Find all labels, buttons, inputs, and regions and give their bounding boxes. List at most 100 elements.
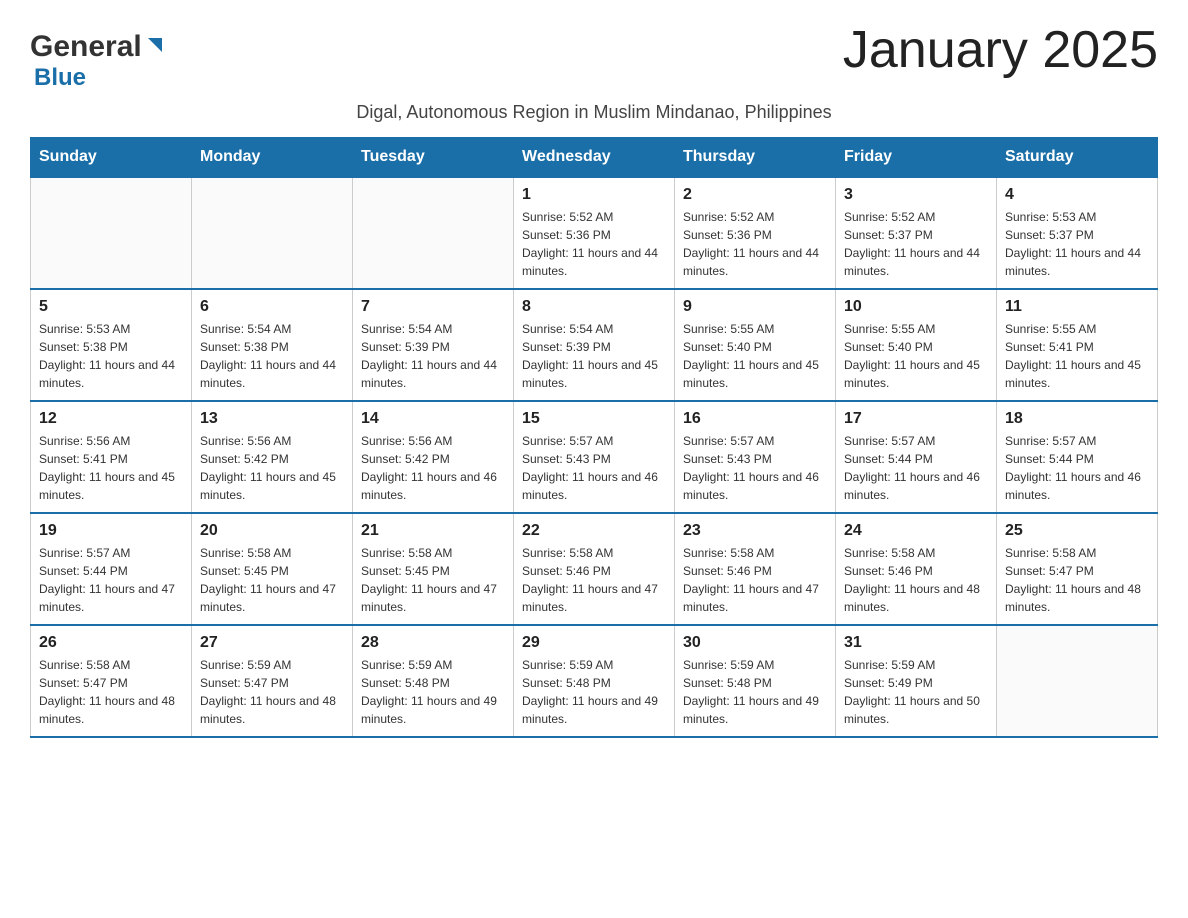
day-info: Sunrise: 5:58 AM Sunset: 5:45 PM Dayligh… [361, 544, 505, 616]
calendar-cell: 23Sunrise: 5:58 AM Sunset: 5:46 PM Dayli… [675, 513, 836, 625]
calendar-week-row: 19 Sunrise: 5:57 AM Sunset: 5:44 PM Dayli… [31, 513, 1158, 625]
day-number: 4 [1005, 186, 1149, 204]
day-of-week-header: Thursday [675, 138, 836, 178]
day-info: Sunrise: 5:55 AM Sunset: 5:41 PM Dayligh… [1005, 320, 1149, 392]
day-info: Sunrise: 5:52 AM Sunset: 5:37 PM Dayligh… [844, 208, 988, 280]
day-number: 16 [683, 410, 827, 428]
day-number: 30 [683, 634, 827, 652]
calendar-week-row: 1 Sunrise: 5:52 AM Sunset: 5:36 PM Daylig… [31, 177, 1158, 289]
day-info: Sunrise: 5:52 AM Sunset: 5:36 PM Dayligh… [683, 208, 827, 280]
month-title: January 2025 [843, 20, 1158, 80]
calendar-cell: 3 Sunrise: 5:52 AM Sunset: 5:37 PM Daylig… [836, 177, 997, 289]
calendar-cell [997, 625, 1158, 737]
calendar-cell: 5Sunrise: 5:53 AM Sunset: 5:38 PM Daylig… [31, 289, 192, 401]
calendar-cell: 24Sunrise: 5:58 AM Sunset: 5:46 PM Dayli… [836, 513, 997, 625]
calendar-week-row: 26 Sunrise: 5:58 AM Sunset: 5:47 PM Dayli… [31, 625, 1158, 737]
calendar-cell: 16 Sunrise: 5:57 AM Sunset: 5:43 PM Dayli… [675, 401, 836, 513]
day-info: Sunrise: 5:57 AM Sunset: 5:43 PM Dayligh… [683, 432, 827, 504]
day-number: 5 [39, 298, 183, 316]
calendar-cell: 11 Sunrise: 5:55 AM Sunset: 5:41 PM Dayli… [997, 289, 1158, 401]
day-of-week-header: Sunday [31, 138, 192, 178]
calendar-cell: 14Sunrise: 5:56 AM Sunset: 5:42 PM Dayli… [353, 401, 514, 513]
day-info: Sunrise: 5:58 AM Sunset: 5:47 PM Dayligh… [1005, 544, 1149, 616]
day-number: 15 [522, 410, 666, 428]
day-number: 24 [844, 522, 988, 540]
calendar-cell: 12 Sunrise: 5:56 AM Sunset: 5:41 PM Dayli… [31, 401, 192, 513]
calendar-cell: 10 Sunrise: 5:55 AM Sunset: 5:40 PM Dayli… [836, 289, 997, 401]
day-number: 25 [1005, 522, 1149, 540]
day-info: Sunrise: 5:58 AM Sunset: 5:47 PM Dayligh… [39, 656, 183, 728]
calendar-cell: 25 Sunrise: 5:58 AM Sunset: 5:47 PM Dayli… [997, 513, 1158, 625]
day-info: Sunrise: 5:59 AM Sunset: 5:47 PM Dayligh… [200, 656, 344, 728]
calendar-cell: 26 Sunrise: 5:58 AM Sunset: 5:47 PM Dayli… [31, 625, 192, 737]
calendar-cell: 22 Sunrise: 5:58 AM Sunset: 5:46 PM Dayli… [514, 513, 675, 625]
day-info: Sunrise: 5:55 AM Sunset: 5:40 PM Dayligh… [844, 320, 988, 392]
calendar-cell [31, 177, 192, 289]
day-info: Sunrise: 5:58 AM Sunset: 5:46 PM Dayligh… [683, 544, 827, 616]
day-info: Sunrise: 5:57 AM Sunset: 5:44 PM Dayligh… [39, 544, 183, 616]
day-number: 2 [683, 186, 827, 204]
day-number: 3 [844, 186, 988, 204]
day-info: Sunrise: 5:55 AM Sunset: 5:40 PM Dayligh… [683, 320, 827, 392]
day-number: 1 [522, 186, 666, 204]
calendar-cell: 13Sunrise: 5:56 AM Sunset: 5:42 PM Dayli… [192, 401, 353, 513]
calendar-cell: 27 Sunrise: 5:59 AM Sunset: 5:47 PM Dayli… [192, 625, 353, 737]
calendar-cell: 6Sunrise: 5:54 AM Sunset: 5:38 PM Daylig… [192, 289, 353, 401]
calendar-cell: 4Sunrise: 5:53 AM Sunset: 5:37 PM Daylig… [997, 177, 1158, 289]
day-info: Sunrise: 5:56 AM Sunset: 5:41 PM Dayligh… [39, 432, 183, 504]
calendar-cell: 1 Sunrise: 5:52 AM Sunset: 5:36 PM Daylig… [514, 177, 675, 289]
day-number: 10 [844, 298, 988, 316]
logo-blue: Blue [34, 64, 86, 92]
day-number: 31 [844, 634, 988, 652]
day-info: Sunrise: 5:58 AM Sunset: 5:45 PM Dayligh… [200, 544, 344, 616]
calendar-cell: 7 Sunrise: 5:54 AM Sunset: 5:39 PM Daylig… [353, 289, 514, 401]
calendar-header-row: SundayMondayTuesdayWednesdayThursdayFrid… [31, 138, 1158, 178]
calendar-cell: 8Sunrise: 5:54 AM Sunset: 5:39 PM Daylig… [514, 289, 675, 401]
calendar-cell [353, 177, 514, 289]
day-number: 17 [844, 410, 988, 428]
calendar-cell: 21 Sunrise: 5:58 AM Sunset: 5:45 PM Dayli… [353, 513, 514, 625]
day-of-week-header: Tuesday [353, 138, 514, 178]
day-number: 12 [39, 410, 183, 428]
day-info: Sunrise: 5:56 AM Sunset: 5:42 PM Dayligh… [200, 432, 344, 504]
logo: General Blue [30, 30, 166, 92]
day-info: Sunrise: 5:57 AM Sunset: 5:44 PM Dayligh… [1005, 432, 1149, 504]
day-number: 7 [361, 298, 505, 316]
logo-general: General [30, 30, 142, 64]
subtitle: Digal, Autonomous Region in Muslim Minda… [30, 102, 1158, 123]
day-info: Sunrise: 5:59 AM Sunset: 5:48 PM Dayligh… [361, 656, 505, 728]
calendar-cell: 29Sunrise: 5:59 AM Sunset: 5:48 PM Dayli… [514, 625, 675, 737]
calendar-cell: 30 Sunrise: 5:59 AM Sunset: 5:48 PM Dayli… [675, 625, 836, 737]
day-info: Sunrise: 5:59 AM Sunset: 5:48 PM Dayligh… [683, 656, 827, 728]
day-number: 21 [361, 522, 505, 540]
day-info: Sunrise: 5:58 AM Sunset: 5:46 PM Dayligh… [522, 544, 666, 616]
logo-triangle-icon [144, 34, 166, 56]
page-header: General Blue January 2025 [30, 20, 1158, 92]
day-number: 6 [200, 298, 344, 316]
day-info: Sunrise: 5:52 AM Sunset: 5:36 PM Dayligh… [522, 208, 666, 280]
day-number: 18 [1005, 410, 1149, 428]
day-number: 8 [522, 298, 666, 316]
day-number: 28 [361, 634, 505, 652]
day-info: Sunrise: 5:54 AM Sunset: 5:39 PM Dayligh… [361, 320, 505, 392]
calendar-table: SundayMondayTuesdayWednesdayThursdayFrid… [30, 137, 1158, 738]
calendar-week-row: 5Sunrise: 5:53 AM Sunset: 5:38 PM Daylig… [31, 289, 1158, 401]
calendar-cell [192, 177, 353, 289]
day-number: 14 [361, 410, 505, 428]
calendar-cell: 9Sunrise: 5:55 AM Sunset: 5:40 PM Daylig… [675, 289, 836, 401]
day-of-week-header: Monday [192, 138, 353, 178]
calendar-cell: 2 Sunrise: 5:52 AM Sunset: 5:36 PM Daylig… [675, 177, 836, 289]
day-of-week-header: Saturday [997, 138, 1158, 178]
calendar-cell: 15Sunrise: 5:57 AM Sunset: 5:43 PM Dayli… [514, 401, 675, 513]
day-number: 20 [200, 522, 344, 540]
day-number: 19 [39, 522, 183, 540]
day-info: Sunrise: 5:57 AM Sunset: 5:44 PM Dayligh… [844, 432, 988, 504]
calendar-week-row: 12 Sunrise: 5:56 AM Sunset: 5:41 PM Dayli… [31, 401, 1158, 513]
day-number: 27 [200, 634, 344, 652]
day-number: 11 [1005, 298, 1149, 316]
day-number: 22 [522, 522, 666, 540]
day-number: 26 [39, 634, 183, 652]
day-of-week-header: Friday [836, 138, 997, 178]
day-info: Sunrise: 5:59 AM Sunset: 5:48 PM Dayligh… [522, 656, 666, 728]
day-of-week-header: Wednesday [514, 138, 675, 178]
